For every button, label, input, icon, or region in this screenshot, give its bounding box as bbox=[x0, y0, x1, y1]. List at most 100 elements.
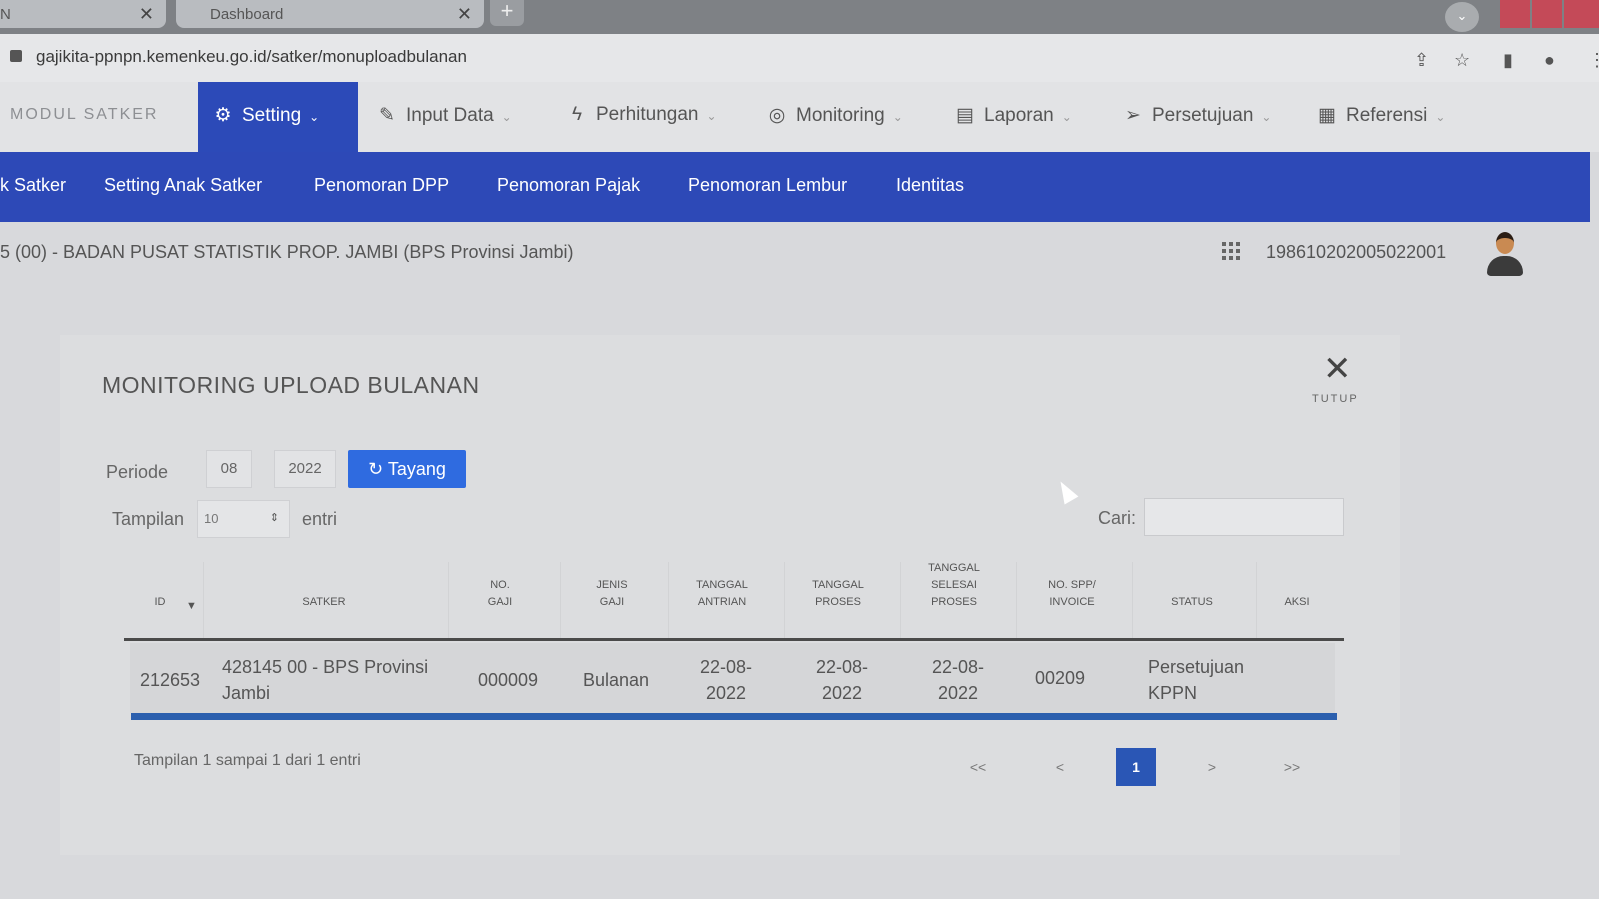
th-jenis-gaji[interactable]: JENIS GAJI bbox=[564, 560, 660, 611]
share-icon[interactable]: ⇪ bbox=[1414, 50, 1429, 71]
cell-tanggal-proses: 22-08- 2022 bbox=[815, 657, 869, 703]
refresh-icon: ↻ bbox=[368, 459, 384, 479]
page-current[interactable]: 1 bbox=[1116, 748, 1156, 786]
table-header-divider bbox=[124, 638, 1344, 641]
tayang-label: Tayang bbox=[387, 459, 446, 479]
cell-jenis-gaji: Bulanan bbox=[582, 670, 650, 690]
subnav-penomoran-dpp[interactable]: Penomoran DPP bbox=[314, 175, 449, 196]
nav-label: Input Data bbox=[406, 105, 494, 126]
brand-label: MODUL SATKER bbox=[10, 106, 159, 123]
send-icon: ➢ bbox=[1125, 105, 1141, 126]
close-label[interactable]: TUTUP bbox=[1312, 393, 1359, 405]
th-no-gaji[interactable]: NO. GAJI bbox=[452, 560, 548, 611]
search-input[interactable] bbox=[1144, 498, 1344, 536]
new-tab-icon[interactable]: + bbox=[490, 0, 524, 26]
th-tanggal-antrian[interactable]: TANGGAL ANTRIAN bbox=[672, 560, 772, 611]
browser-tab[interactable]: N ✕ bbox=[0, 0, 166, 28]
nav-label: Referensi bbox=[1346, 105, 1428, 126]
cell-no-spp: 00209 bbox=[1034, 668, 1086, 688]
nav-setting[interactable]: ⚙ Setting ⌄ bbox=[198, 82, 358, 152]
lock-icon[interactable] bbox=[10, 50, 22, 62]
nav-monitoring[interactable]: ◎ Monitoring ⌄ bbox=[752, 82, 917, 152]
nav-persetujuan[interactable]: ➢ Persetujuan ⌄ bbox=[1108, 82, 1285, 152]
lifebuoy-icon: ◎ bbox=[768, 105, 786, 126]
cell-id: 212653 bbox=[139, 670, 201, 690]
satker-info: 5 (00) - BADAN PUSAT STATISTIK PROP. JAM… bbox=[0, 242, 574, 262]
chevron-down-icon: ⌄ bbox=[706, 109, 717, 123]
cell-no-gaji: 000009 bbox=[477, 670, 539, 690]
bolt-icon: ϟ bbox=[571, 104, 583, 125]
nav-referensi[interactable]: ▦ Referensi ⌄ bbox=[1302, 82, 1459, 152]
subnav-penomoran-lembur[interactable]: Penomoran Lembur bbox=[688, 175, 847, 196]
window-close-button[interactable] bbox=[1564, 0, 1599, 28]
nav-label: Monitoring bbox=[796, 105, 885, 126]
tab-title: Dashboard bbox=[210, 6, 284, 23]
sort-desc-icon[interactable]: ▼ bbox=[186, 598, 197, 615]
chevron-down-icon[interactable]: ⌄ bbox=[1445, 2, 1479, 32]
edit-icon: ✎ bbox=[379, 105, 395, 126]
th-tanggal-selesai[interactable]: TANGGAL SELESAI PROSES bbox=[904, 560, 1004, 611]
profile-icon[interactable]: ● bbox=[1544, 50, 1555, 71]
updown-icon: ⇕ bbox=[269, 512, 279, 524]
chevron-down-icon: ⌄ bbox=[1435, 110, 1446, 124]
page-size-select[interactable]: 10 ⇕ bbox=[197, 500, 290, 538]
chevron-down-icon: ⌄ bbox=[892, 110, 903, 124]
grid-icon: ▦ bbox=[1318, 105, 1336, 126]
subnav-satker[interactable]: k Satker bbox=[0, 175, 66, 196]
cari-label: Cari: bbox=[1098, 508, 1137, 528]
entri-label: entri bbox=[302, 509, 338, 529]
subnav-penomoran-pajak[interactable]: Penomoran Pajak bbox=[497, 175, 640, 196]
th-no-spp[interactable]: NO. SPP/INVOICE bbox=[1020, 560, 1124, 611]
user-nip[interactable]: 198610202005022001 bbox=[1266, 242, 1446, 263]
nav-input-data[interactable]: ✎ Input Data ⌄ bbox=[362, 82, 526, 152]
cell-tanggal-selesai: 22-08- 2022 bbox=[931, 657, 985, 703]
close-icon[interactable]: ✕ bbox=[1323, 352, 1352, 386]
star-icon[interactable]: ☆ bbox=[1454, 50, 1470, 71]
maximize-button[interactable] bbox=[1532, 0, 1562, 28]
menu-icon[interactable]: ⋮ bbox=[1588, 50, 1599, 71]
close-icon[interactable]: ✕ bbox=[457, 4, 472, 25]
th-status[interactable]: STATUS bbox=[1140, 560, 1244, 611]
nav-label: Perhitungan bbox=[596, 104, 699, 125]
minimize-button[interactable] bbox=[1500, 0, 1530, 28]
chevron-down-icon: ⌄ bbox=[1261, 110, 1272, 124]
modal-title: MONITORING UPLOAD BULANAN bbox=[102, 372, 480, 398]
chevron-down-icon: ⌄ bbox=[309, 110, 320, 124]
periode-label: Periode bbox=[106, 462, 169, 482]
th-satker[interactable]: SATKER bbox=[210, 560, 438, 611]
close-icon[interactable]: ✕ bbox=[139, 4, 154, 25]
th-aksi: AKSI bbox=[1284, 596, 1310, 608]
cell-satker: 428145 00 - BPS Provinsi Jambi bbox=[222, 657, 429, 703]
subnav-setting-anak-satker[interactable]: Setting Anak Satker bbox=[104, 175, 262, 196]
table-scrollbar[interactable] bbox=[131, 713, 1337, 720]
cell-tanggal-antrian: 22-08- 2022 bbox=[699, 657, 753, 703]
table-info: Tampilan 1 sampai 1 dari 1 entri bbox=[134, 752, 361, 769]
avatar[interactable] bbox=[1485, 230, 1525, 278]
nav-laporan[interactable]: ▤ Laporan ⌄ bbox=[940, 82, 1086, 152]
url-text[interactable]: gajikita-ppnpn.kemenkeu.go.id/satker/mon… bbox=[36, 47, 467, 67]
browser-tab-dashboard[interactable]: Dashboard ✕ bbox=[176, 0, 484, 28]
subnav-identitas[interactable]: Identitas bbox=[896, 175, 964, 196]
gear-icon: ⚙ bbox=[214, 105, 232, 126]
tab-title: N bbox=[0, 6, 11, 23]
tahun-field[interactable]: 2022 bbox=[274, 450, 336, 488]
th-tanggal-proses[interactable]: TANGGAL PROSES bbox=[788, 560, 888, 611]
page-size-value: 10 bbox=[204, 511, 219, 526]
apps-grid-icon[interactable] bbox=[1222, 242, 1240, 260]
tampilan-label: Tampilan bbox=[112, 509, 185, 529]
bulan-field[interactable]: 08 bbox=[206, 450, 252, 488]
sidepanel-icon[interactable]: ▮ bbox=[1503, 50, 1513, 71]
nav-label: Setting bbox=[242, 105, 302, 126]
page-last[interactable]: >> bbox=[1272, 748, 1312, 786]
page-first[interactable]: << bbox=[958, 748, 998, 786]
cell-status: Persetujuan KPPN bbox=[1148, 657, 1245, 703]
chevron-down-icon: ⌄ bbox=[1061, 110, 1072, 124]
tayang-button[interactable]: ↻ Tayang bbox=[348, 450, 466, 488]
page-next[interactable]: > bbox=[1192, 748, 1232, 786]
page-prev[interactable]: < bbox=[1040, 748, 1080, 786]
document-icon: ▤ bbox=[956, 105, 974, 126]
nav-perhitungan[interactable]: ϟ Perhitungan ⌄ bbox=[552, 82, 731, 152]
nav-label: Persetujuan bbox=[1152, 105, 1254, 126]
chevron-down-icon: ⌄ bbox=[501, 110, 512, 124]
th-id[interactable]: ID bbox=[140, 560, 180, 611]
